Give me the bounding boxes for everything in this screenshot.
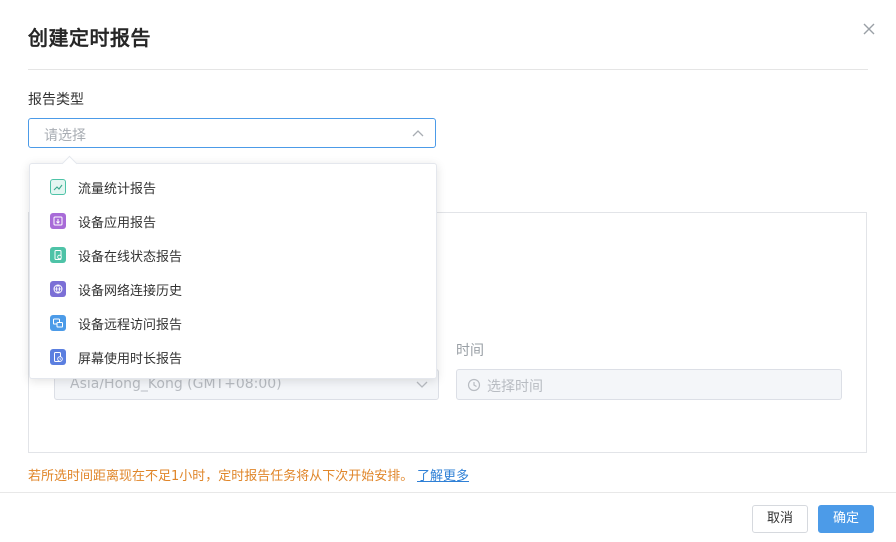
confirm-button[interactable]: 确定 (818, 505, 874, 533)
chevron-up-icon (412, 130, 424, 137)
time-picker-input[interactable]: 选择时间 (456, 369, 842, 400)
chevron-down-icon (416, 381, 428, 388)
learn-more-link[interactable]: 了解更多 (417, 465, 469, 484)
option-label: 设备应用报告 (78, 216, 157, 231)
option-device-online-report[interactable]: 设备在线状态报告 (30, 238, 436, 272)
footer-divider (0, 492, 896, 493)
report-type-placeholder: 请选择 (44, 128, 86, 144)
option-traffic-report[interactable]: 流量统计报告 (30, 170, 436, 204)
option-label: 设备远程访问报告 (78, 318, 183, 333)
dialog-title: 创建定时报告 (28, 26, 151, 50)
screen-time-icon (50, 349, 66, 365)
network-icon (50, 281, 66, 297)
option-network-history[interactable]: 设备网络连接历史 (30, 272, 436, 306)
create-scheduled-report-dialog: 创建定时报告 报告类型 请选择 Asia/Hong_Kong (GMT+08:0… (0, 0, 896, 542)
line-chart-icon (50, 179, 66, 195)
option-screen-time-report[interactable]: 屏幕使用时长报告 (30, 340, 436, 374)
report-type-label: 报告类型 (28, 92, 84, 108)
cancel-button[interactable]: 取消 (752, 505, 808, 533)
option-device-app-report[interactable]: 设备应用报告 (30, 204, 436, 238)
time-placeholder: 选择时间 (487, 379, 543, 395)
device-status-icon (50, 247, 66, 263)
option-label: 设备网络连接历史 (78, 284, 183, 299)
option-label: 流量统计报告 (78, 182, 157, 197)
option-label: 屏幕使用时长报告 (78, 352, 183, 367)
remote-access-icon (50, 315, 66, 331)
option-label: 设备在线状态报告 (78, 250, 183, 265)
header-divider (28, 69, 868, 70)
clock-icon (467, 378, 481, 392)
report-type-select[interactable]: 请选择 (28, 118, 436, 148)
option-remote-access-report[interactable]: 设备远程访问报告 (30, 306, 436, 340)
close-icon[interactable] (862, 22, 876, 36)
dropdown-arrow (61, 155, 78, 172)
schedule-warning-text: 若所选时间距离现在不足1小时，定时报告任务将从下次开始安排。 (28, 469, 414, 484)
app-download-icon (50, 213, 66, 229)
report-type-dropdown: 流量统计报告 设备应用报告 设备在线状态报告 设备网络连接历史 设备远程访问报告 (29, 155, 437, 379)
time-label: 时间 (456, 343, 484, 359)
